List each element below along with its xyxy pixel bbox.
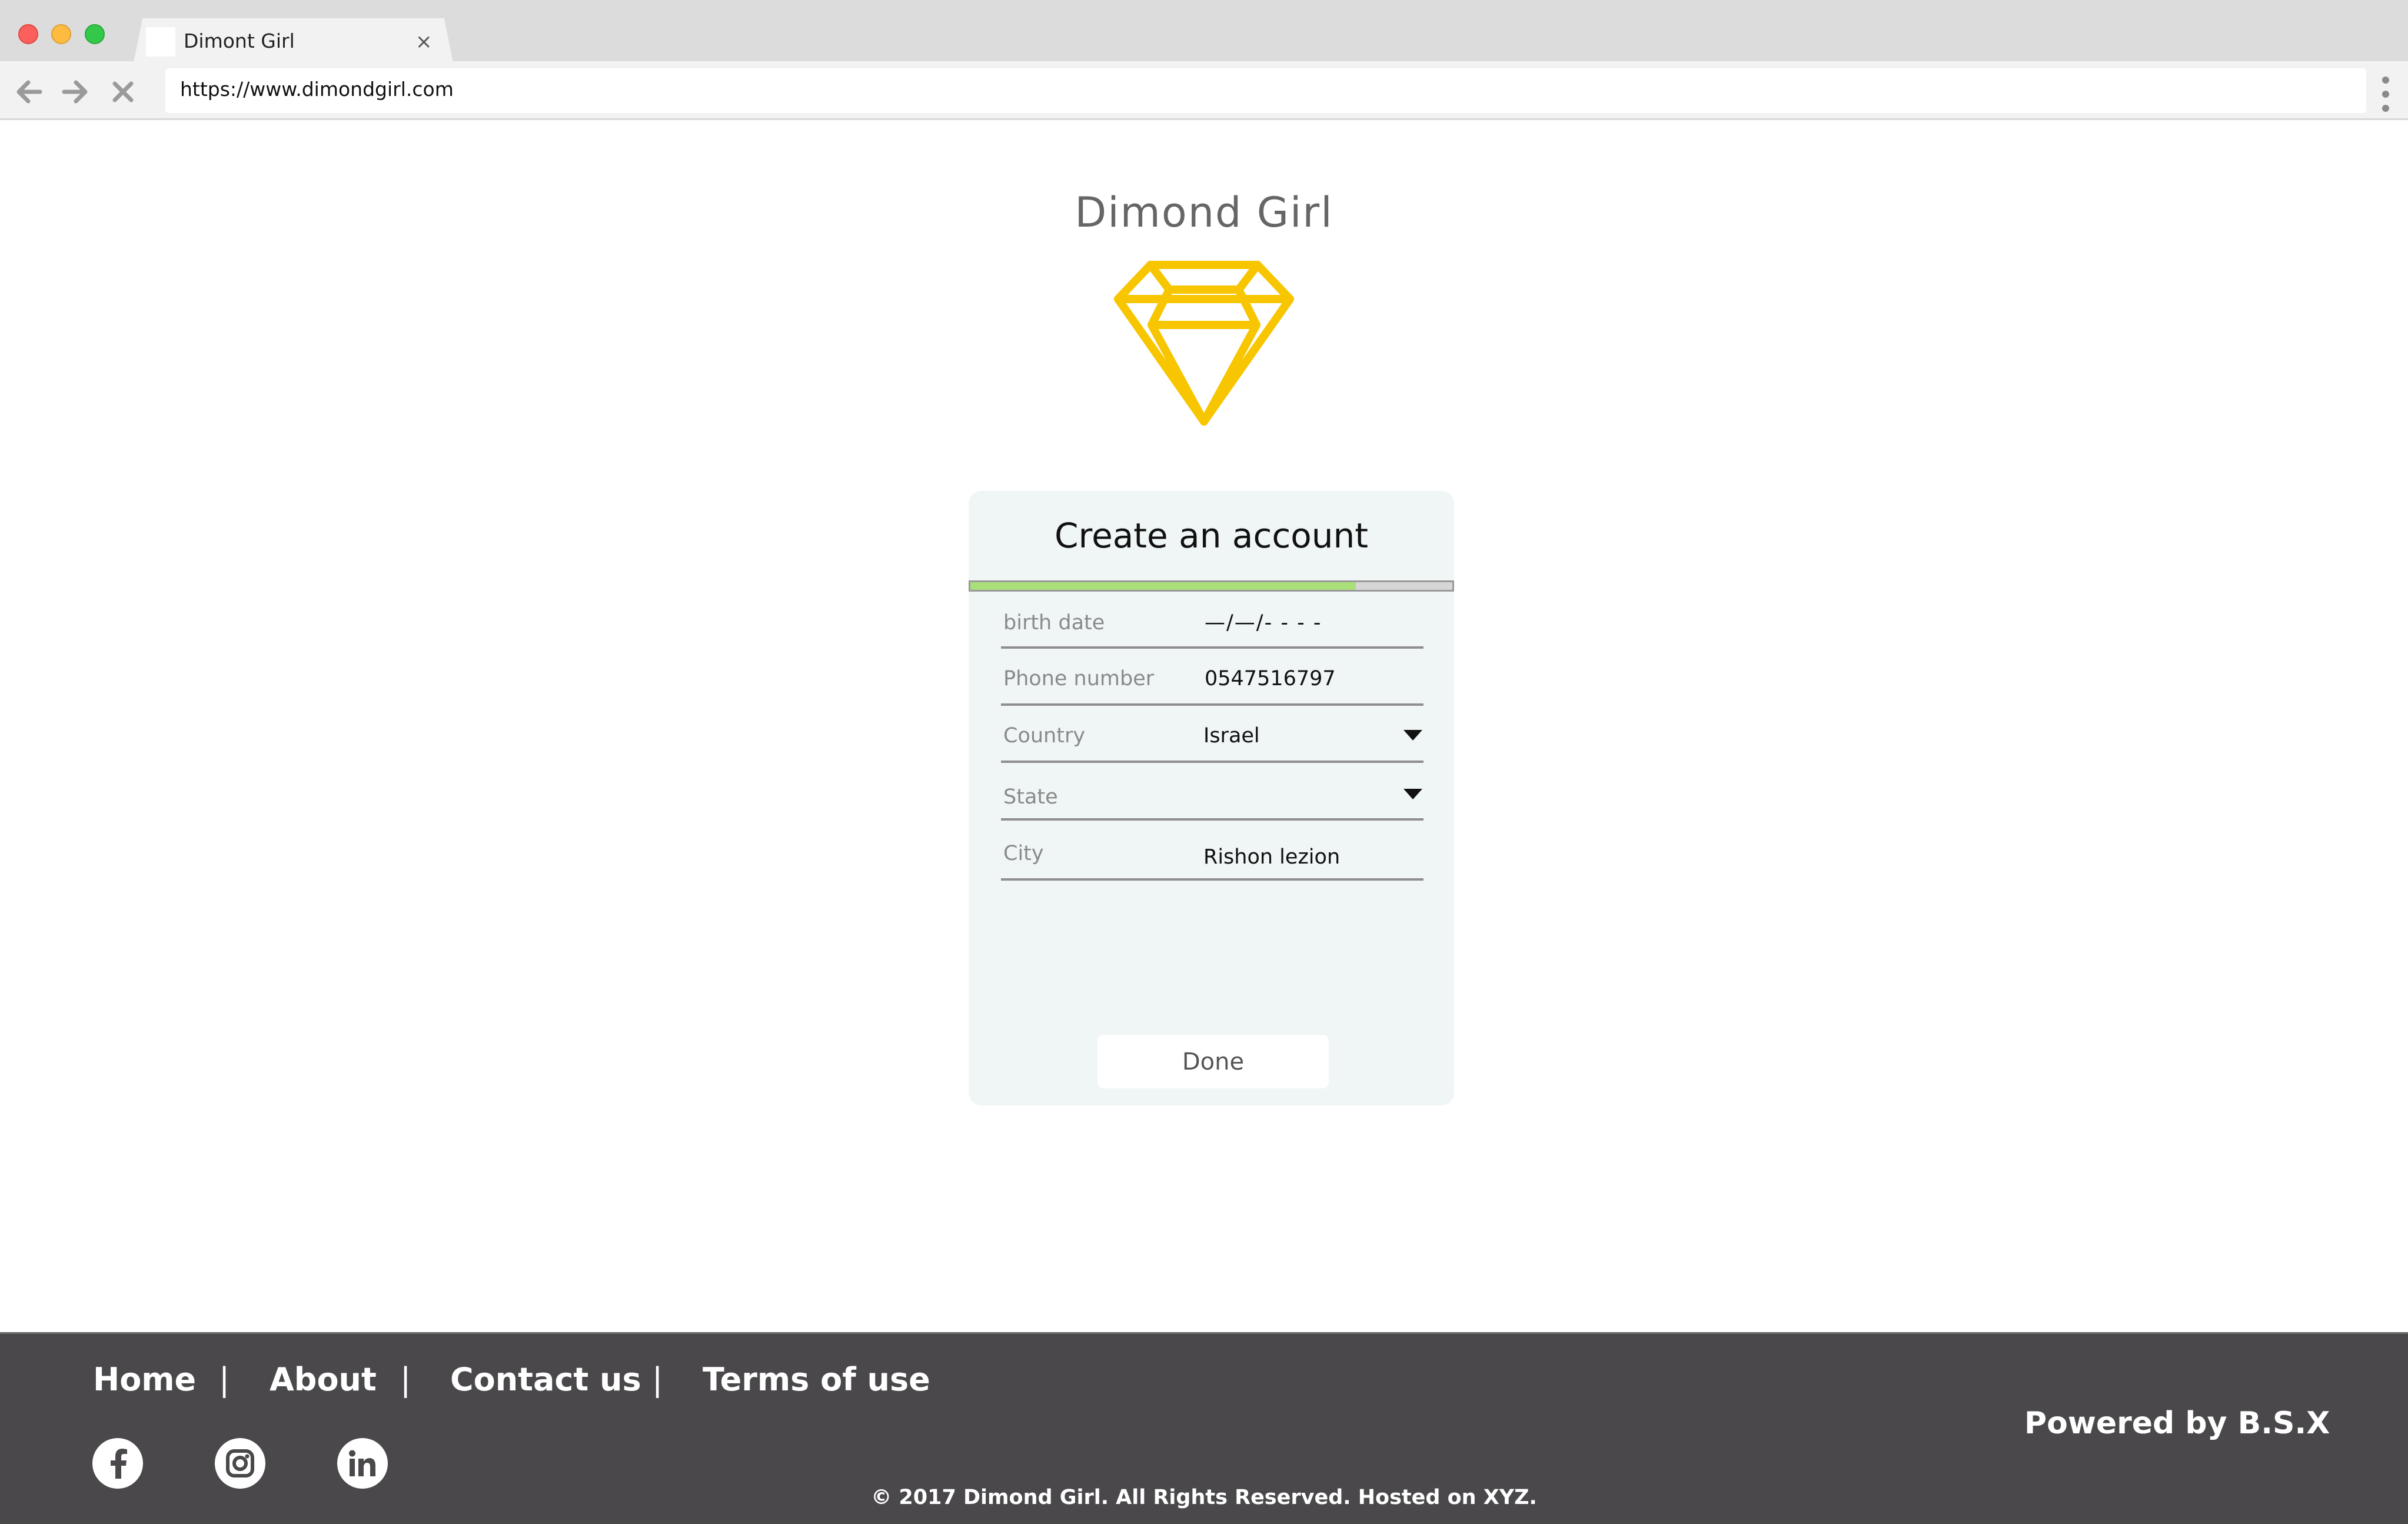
signup-progress-bar [969, 580, 1454, 592]
chevron-down-icon[interactable] [1403, 789, 1422, 799]
state-label: State [1003, 785, 1058, 809]
linkedin-icon[interactable] [337, 1438, 388, 1489]
create-account-title: Create an account [1055, 516, 1368, 556]
minimize-window-button[interactable] [51, 24, 71, 44]
facebook-icon[interactable] [92, 1438, 143, 1489]
phone-number-label: Phone number [1003, 667, 1155, 690]
done-button[interactable]: Done [1097, 1035, 1329, 1088]
address-bar[interactable] [165, 68, 2366, 113]
footer-separator: | [652, 1361, 663, 1398]
stop-loading-icon[interactable] [107, 75, 139, 108]
footer-separator: | [400, 1361, 411, 1398]
city-value[interactable]: Rishon lezion [1203, 845, 1340, 869]
city-field[interactable]: City Rishon lezion [1001, 824, 1423, 881]
footer-link-home[interactable]: Home [93, 1361, 196, 1398]
address-bar-url[interactable]: https://www.dimondgirl.com [180, 78, 454, 101]
back-arrow-icon[interactable] [12, 75, 45, 108]
close-window-button[interactable] [18, 24, 38, 44]
footer-link-terms[interactable]: Terms of use [703, 1361, 930, 1398]
phone-number-field[interactable]: Phone number 0547516797 [1001, 649, 1423, 706]
footer-separator: | [219, 1361, 230, 1398]
birth-date-field[interactable]: birth date —/—/- - - - [1001, 592, 1423, 649]
phone-number-value[interactable]: 0547516797 [1205, 667, 1336, 690]
country-label: Country [1003, 724, 1086, 748]
maximize-window-button[interactable] [85, 24, 105, 44]
signup-progress-fill [970, 582, 1356, 590]
forward-arrow-icon[interactable] [59, 75, 92, 108]
state-select[interactable]: State [1001, 764, 1423, 821]
copyright-text: © 2017 Dimond Girl. All Rights Reserved.… [871, 1486, 1537, 1509]
country-select[interactable]: Country Israel [1001, 706, 1423, 763]
favicon-icon [146, 27, 175, 57]
birth-date-value[interactable]: —/—/- - - - [1205, 611, 1322, 635]
browser-menu-icon[interactable] [2379, 77, 2393, 112]
instagram-icon[interactable] [215, 1438, 265, 1489]
chevron-down-icon[interactable] [1403, 730, 1422, 741]
brand-title: Dimond Girl [1075, 188, 1333, 237]
birth-date-label: birth date [1003, 611, 1105, 635]
tab-close-icon[interactable]: × [415, 32, 433, 52]
footer-link-about[interactable]: About [270, 1361, 377, 1398]
tab-title: Dimont Girl [184, 29, 295, 52]
city-label: City [1003, 842, 1044, 865]
footer-link-contact[interactable]: Contact us [450, 1361, 641, 1398]
powered-by-text: Powered by B.S.X [2024, 1406, 2330, 1441]
diamond-icon [1114, 261, 1294, 426]
country-value[interactable]: Israel [1203, 724, 1260, 748]
